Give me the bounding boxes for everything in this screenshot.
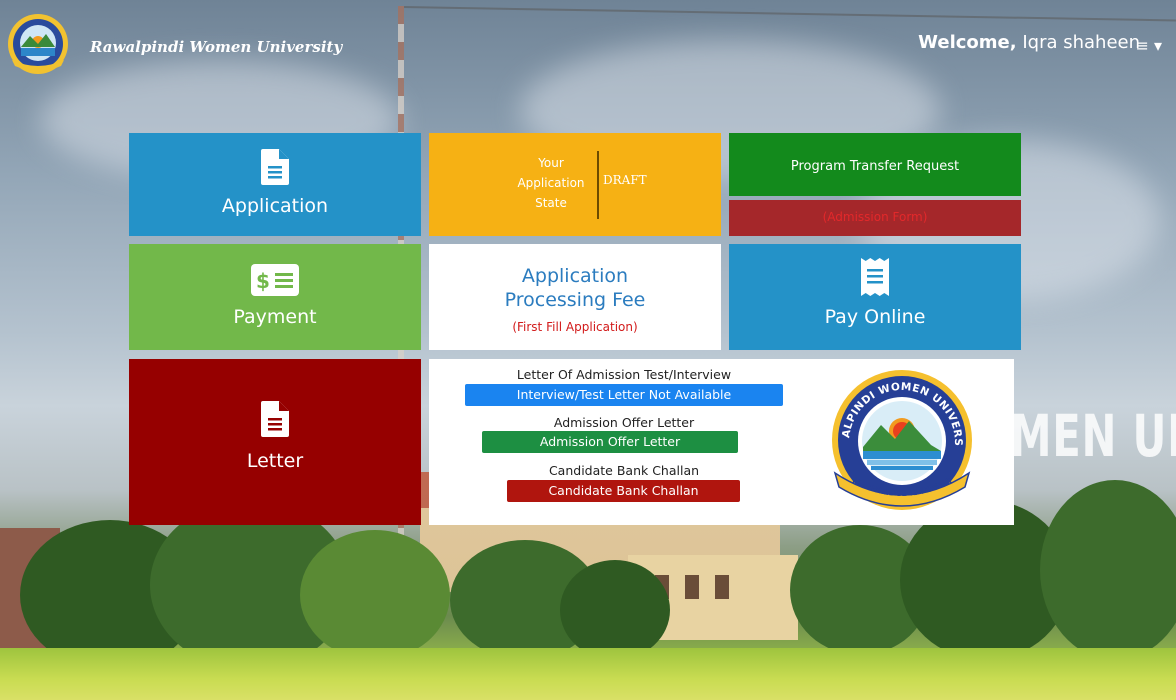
payment-tile-label: Payment bbox=[233, 306, 317, 328]
application-state-value: DRAFT bbox=[603, 173, 647, 187]
tree bbox=[560, 560, 670, 660]
payment-icon: $ bbox=[251, 264, 299, 296]
fee-title-line: Processing Fee bbox=[504, 289, 646, 311]
brand-name[interactable]: Rawalpindi Women University bbox=[90, 38, 342, 56]
state-label-line: Your bbox=[538, 156, 564, 170]
state-label-line: State bbox=[535, 196, 567, 210]
pay-online-tile-label: Pay Online bbox=[824, 306, 926, 328]
lawn bbox=[0, 648, 1176, 700]
admission-form-label: (Admission Form) bbox=[822, 210, 928, 224]
bank-challan-button[interactable]: Candidate Bank Challan bbox=[507, 480, 740, 502]
processing-fee-title: Application Processing Fee bbox=[429, 264, 721, 312]
application-state-tile: Your Application State DRAFT bbox=[429, 133, 721, 236]
letters-panel: Letter Of Admission Test/Interview Inter… bbox=[429, 359, 1014, 525]
letter-tile-label: Letter bbox=[246, 450, 304, 472]
application-state-label: Your Application State bbox=[503, 153, 599, 213]
bank-challan-heading: Candidate Bank Challan bbox=[548, 463, 700, 478]
fee-title-line: Application bbox=[521, 265, 629, 287]
window bbox=[715, 575, 729, 599]
program-transfer-label: Program Transfer Request bbox=[790, 159, 960, 174]
document-icon bbox=[261, 149, 289, 185]
document-icon bbox=[261, 401, 289, 437]
welcome-message: Welcome, Iqra shaheen bbox=[918, 32, 1140, 53]
university-logo-icon[interactable] bbox=[6, 12, 70, 76]
processing-fee-note: (First Fill Application) bbox=[512, 320, 638, 334]
offer-letter-heading: Admission Offer Letter bbox=[553, 415, 695, 430]
svg-text:$: $ bbox=[256, 269, 270, 293]
test-letter-heading: Letter Of Admission Test/Interview bbox=[516, 367, 732, 382]
window bbox=[685, 575, 699, 599]
receipt-icon bbox=[861, 258, 889, 296]
campus-background: MEN UN bbox=[0, 0, 1176, 700]
hamburger-menu-icon[interactable]: ≡ ▾ bbox=[1135, 36, 1162, 55]
application-tile[interactable]: Application bbox=[129, 133, 421, 236]
pay-online-tile[interactable]: Pay Online bbox=[729, 244, 1021, 350]
state-divider bbox=[597, 151, 599, 219]
letter-tile[interactable]: Letter bbox=[129, 359, 421, 525]
background-signage-text: MEN UN bbox=[1010, 402, 1176, 470]
processing-fee-tile: Application Processing Fee (First Fill A… bbox=[429, 244, 721, 350]
admission-form-button[interactable]: (Admission Form) bbox=[729, 200, 1021, 236]
payment-tile[interactable]: $ Payment bbox=[129, 244, 421, 350]
application-tile-label: Application bbox=[221, 195, 329, 217]
welcome-prefix: Welcome, bbox=[918, 32, 1017, 53]
program-transfer-request-button[interactable]: Program Transfer Request bbox=[729, 133, 1021, 196]
test-letter-button[interactable]: Interview/Test Letter Not Available bbox=[465, 384, 783, 406]
state-label-line: Application bbox=[517, 176, 585, 190]
user-name: Iqra shaheen bbox=[1022, 32, 1140, 53]
top-navbar: Rawalpindi Women University Welcome, Iqr… bbox=[0, 0, 1176, 90]
offer-letter-button[interactable]: Admission Offer Letter bbox=[482, 431, 738, 453]
university-seal-logo: RAWALPINDI WOMEN UNIVERSITY KNOWLEDGE IS… bbox=[827, 365, 972, 510]
tree bbox=[300, 530, 450, 660]
